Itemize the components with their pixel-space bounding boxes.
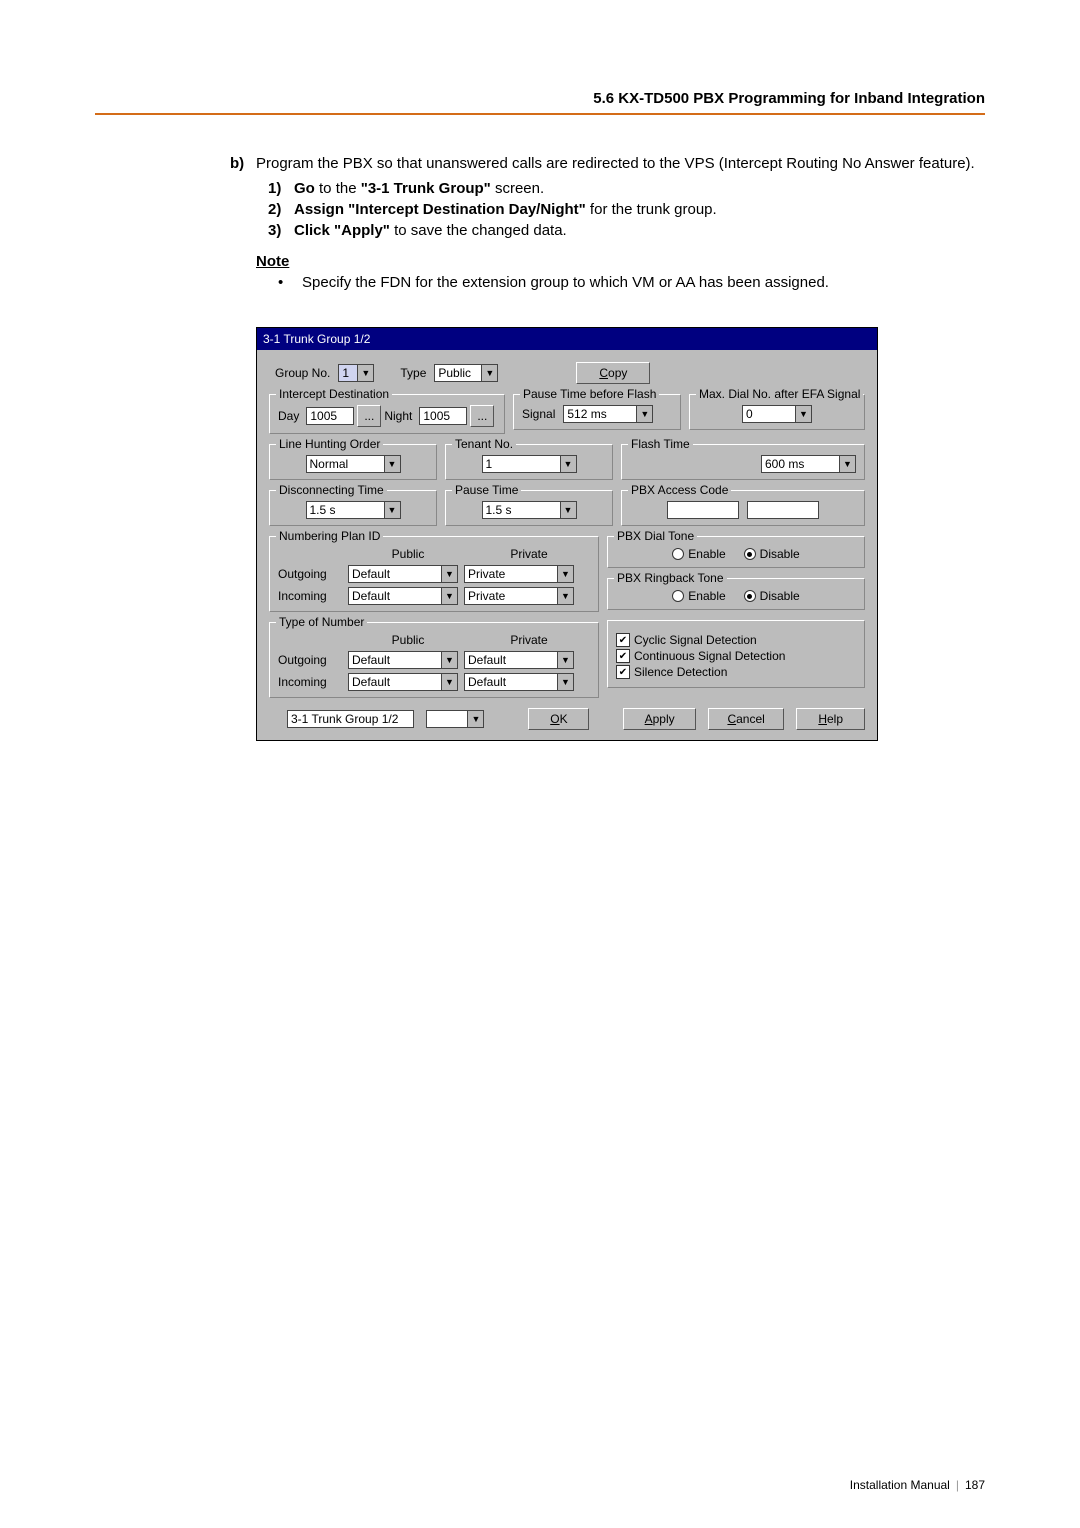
chevron-down-icon[interactable]: ▼ [441, 566, 457, 582]
step-2-text: Assign "Intercept Destination Day/Night"… [294, 201, 717, 218]
tn-public-hdr: Public [348, 633, 468, 647]
chevron-down-icon[interactable]: ▼ [557, 674, 573, 690]
line-hunting-select[interactable]: Normal▼ [306, 455, 401, 473]
chevron-down-icon[interactable]: ▼ [441, 674, 457, 690]
max-dial-select[interactable]: 0▼ [742, 405, 812, 423]
pbx-access-legend: PBX Access Code [628, 483, 731, 497]
page-display: 3-1 Trunk Group 1/2 [287, 710, 414, 728]
disconnecting-time-select[interactable]: 1.5 s▼ [306, 501, 401, 519]
header-rule [95, 113, 985, 115]
ringback-enable-radio[interactable]: Enable [672, 589, 725, 603]
night-field[interactable]: 1005 [419, 407, 467, 425]
ringback-legend: PBX Ringback Tone [614, 571, 727, 585]
chevron-down-icon[interactable]: ▼ [384, 502, 400, 518]
np-public-hdr: Public [348, 547, 468, 561]
note-heading: Note [256, 253, 985, 270]
chevron-down-icon[interactable]: ▼ [441, 588, 457, 604]
signal-select[interactable]: 512 ms▼ [563, 405, 653, 423]
trunk-group-dialog: 3-1 Trunk Group 1/2 Group No. 1▼ Type Pu… [256, 327, 878, 741]
day-field[interactable]: 1005 [306, 407, 354, 425]
ringback-disable-radio[interactable]: Disable [744, 589, 800, 603]
bullet-icon: • [278, 274, 302, 291]
step-b-text: Program the PBX so that unanswered calls… [256, 155, 985, 172]
chevron-down-icon[interactable]: ▼ [839, 456, 855, 472]
np-in-private-select[interactable]: Private▼ [464, 587, 574, 605]
tenant-no-select[interactable]: 1▼ [482, 455, 577, 473]
line-hunting-legend: Line Hunting Order [276, 437, 383, 451]
note-text: Specify the FDN for the extension group … [302, 274, 829, 291]
tn-outgoing-label: Outgoing [278, 653, 348, 667]
np-private-hdr: Private [468, 547, 590, 561]
pause-time-legend: Pause Time [452, 483, 521, 497]
disconnecting-time-legend: Disconnecting Time [276, 483, 387, 497]
np-incoming-label: Incoming [278, 589, 348, 603]
page-select[interactable]: ▼ [426, 710, 485, 728]
chevron-down-icon[interactable]: ▼ [481, 365, 497, 381]
day-label: Day [278, 409, 299, 423]
ok-button[interactable]: OK [528, 708, 589, 730]
np-out-public-select[interactable]: Default▼ [348, 565, 458, 583]
tn-in-private-select[interactable]: Default▼ [464, 673, 574, 691]
numbering-plan-legend: Numbering Plan ID [276, 529, 383, 543]
np-out-private-select[interactable]: Private▼ [464, 565, 574, 583]
chevron-down-icon[interactable]: ▼ [557, 588, 573, 604]
signal-label: Signal [522, 407, 555, 421]
step-2-num: 2) [268, 201, 294, 218]
intercept-legend: Intercept Destination [276, 387, 392, 401]
pbx-access-field-2[interactable] [747, 501, 819, 519]
type-label: Type [400, 366, 430, 380]
pause-time-select[interactable]: 1.5 s▼ [482, 501, 577, 519]
chevron-down-icon[interactable]: ▼ [467, 711, 483, 727]
tn-private-hdr: Private [468, 633, 590, 647]
tn-incoming-label: Incoming [278, 675, 348, 689]
step-1-text: Go to the "3-1 Trunk Group" screen. [294, 180, 544, 197]
chevron-down-icon[interactable]: ▼ [560, 502, 576, 518]
flash-time-legend: Flash Time [628, 437, 693, 451]
flash-time-select[interactable]: 600 ms▼ [761, 455, 856, 473]
type-number-legend: Type of Number [276, 615, 367, 629]
night-browse-button[interactable]: ... [470, 405, 494, 427]
step-3-text: Click "Apply" to save the changed data. [294, 222, 567, 239]
day-browse-button[interactable]: ... [357, 405, 381, 427]
type-select[interactable]: Public▼ [434, 364, 498, 382]
help-button[interactable]: Help [796, 708, 865, 730]
silence-check[interactable]: ✔Silence Detection [616, 665, 856, 679]
dialog-titlebar: 3-1 Trunk Group 1/2 [257, 328, 877, 350]
chevron-down-icon[interactable]: ▼ [560, 456, 576, 472]
night-label: Night [384, 409, 412, 423]
np-outgoing-label: Outgoing [278, 567, 348, 581]
section-header: 5.6 KX-TD500 PBX Programming for Inband … [0, 90, 985, 107]
tn-in-public-select[interactable]: Default▼ [348, 673, 458, 691]
pause-flash-legend: Pause Time before Flash [520, 387, 659, 401]
cancel-button[interactable]: Cancel [708, 708, 784, 730]
chevron-down-icon[interactable]: ▼ [636, 406, 652, 422]
dial-tone-legend: PBX Dial Tone [614, 529, 697, 543]
step-b-label: b) [230, 155, 256, 172]
chevron-down-icon[interactable]: ▼ [557, 566, 573, 582]
copy-button[interactable]: Copy [576, 362, 650, 384]
step-3-num: 3) [268, 222, 294, 239]
tenant-no-legend: Tenant No. [452, 437, 516, 451]
dial-tone-enable-radio[interactable]: Enable [672, 547, 725, 561]
group-no-select[interactable]: 1▼ [338, 364, 374, 382]
pbx-access-field-1[interactable] [667, 501, 739, 519]
page-footer: Installation Manual|187 [850, 1478, 985, 1492]
step-1-num: 1) [268, 180, 294, 197]
chevron-down-icon[interactable]: ▼ [441, 652, 457, 668]
tn-out-public-select[interactable]: Default▼ [348, 651, 458, 669]
chevron-down-icon[interactable]: ▼ [357, 365, 373, 381]
chevron-down-icon[interactable]: ▼ [795, 406, 811, 422]
continuous-check[interactable]: ✔Continuous Signal Detection [616, 649, 856, 663]
np-in-public-select[interactable]: Default▼ [348, 587, 458, 605]
dial-tone-disable-radio[interactable]: Disable [744, 547, 800, 561]
max-dial-legend: Max. Dial No. after EFA Signal [696, 387, 863, 401]
tn-out-private-select[interactable]: Default▼ [464, 651, 574, 669]
chevron-down-icon[interactable]: ▼ [557, 652, 573, 668]
chevron-down-icon[interactable]: ▼ [384, 456, 400, 472]
group-no-label: Group No. [275, 366, 334, 380]
apply-button[interactable]: Apply [623, 708, 696, 730]
cyclic-check[interactable]: ✔Cyclic Signal Detection [616, 633, 856, 647]
